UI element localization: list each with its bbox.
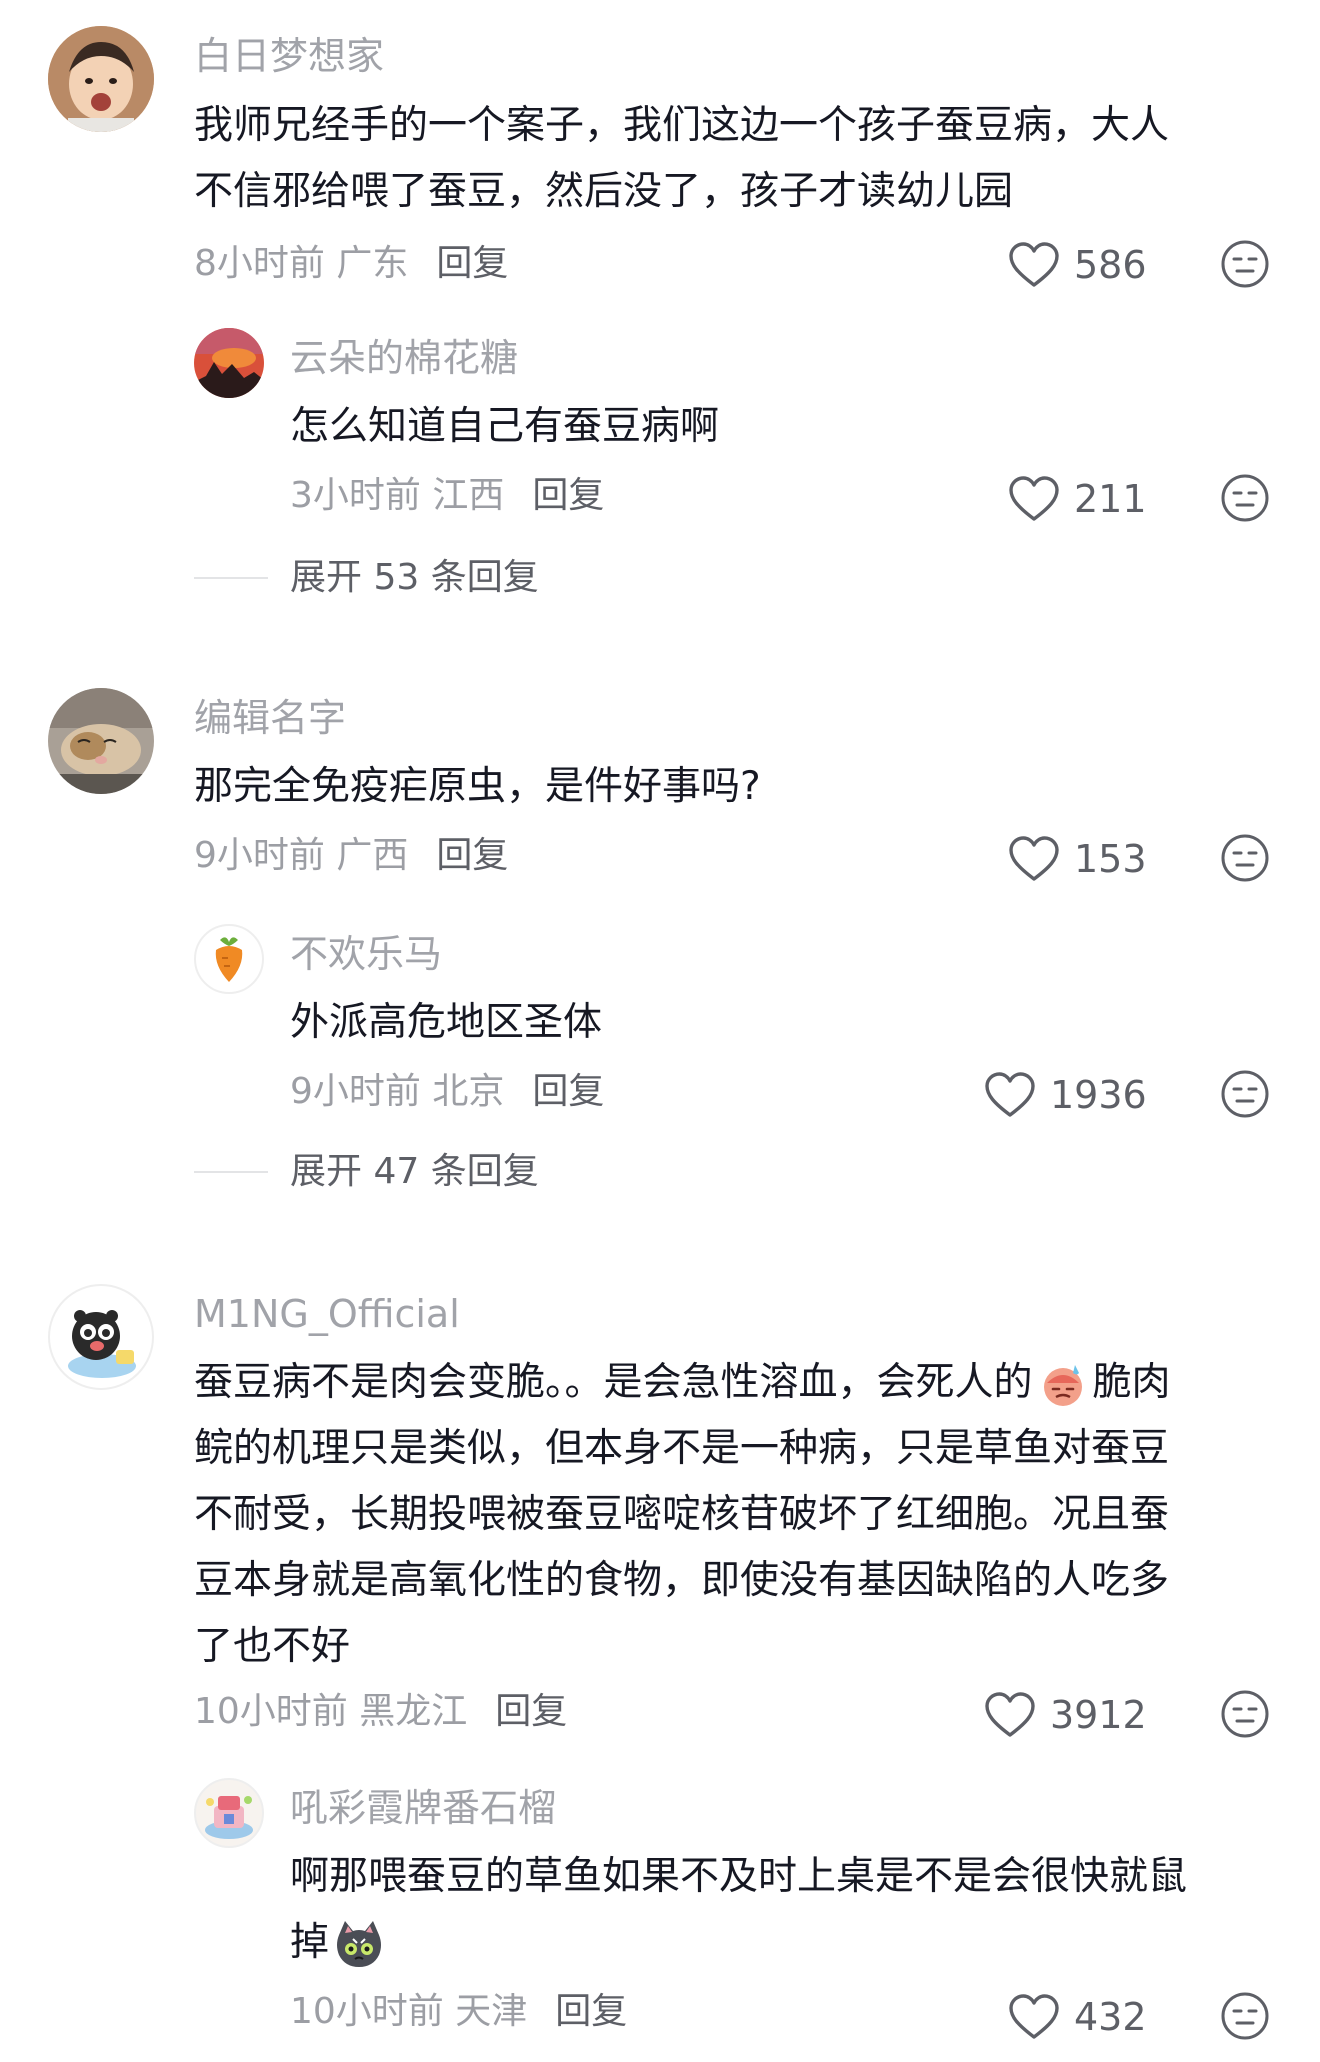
heart-outline-icon	[985, 1692, 1035, 1737]
time-location: 10小时前 天津	[290, 1991, 528, 2032]
heart-outline-icon	[1009, 1994, 1059, 2039]
time-location: 8小时前 广东	[194, 243, 409, 284]
meh-face-icon	[1221, 834, 1269, 882]
avatar[interactable]	[194, 924, 264, 994]
meh-face-icon	[1221, 1992, 1269, 2040]
comment-author[interactable]: 白日梦想家	[194, 32, 384, 80]
like-count: 153	[1074, 837, 1147, 881]
cat-emoji-icon	[333, 1919, 385, 1971]
reply-text-segment: 掉	[290, 1920, 330, 1965]
reply-author[interactable]: 不欢乐马	[290, 930, 442, 978]
reply-button[interactable]: 回复	[495, 1691, 567, 1732]
reply-text: 啊那喂蚕豆的草鱼如果不及时上桌是不是会很快就鼠 掉	[290, 1844, 1290, 1976]
like-count: 1936	[1050, 1073, 1147, 1117]
time-location: 9小时前 广西	[194, 835, 409, 876]
heart-outline-icon	[1009, 836, 1059, 881]
expand-replies-label: 展开 53 条回复	[290, 557, 539, 598]
like-count: 3912	[1050, 1693, 1147, 1737]
reply-button[interactable]: 回复	[555, 1991, 627, 2032]
avatar[interactable]	[194, 328, 264, 398]
meh-face-icon	[1221, 474, 1269, 522]
carrot-icon	[215, 937, 243, 982]
expand-replies-button[interactable]: 展开 47 条回复	[194, 1148, 539, 1196]
reply-author[interactable]: 吼彩霞牌番石榴	[290, 1784, 556, 1832]
reply-button[interactable]: 回复	[436, 243, 508, 284]
comment-text-line: 不耐受，长期投喂被蚕豆嘧啶核苷破坏了红细胞。况且蚕	[194, 1492, 1170, 1537]
divider	[194, 577, 268, 579]
comment-meta: 8小时前 广东 回复	[194, 240, 508, 288]
meh-face-icon	[1221, 240, 1269, 288]
like-button[interactable]: 432	[1008, 1992, 1147, 2042]
reply-button[interactable]: 回复	[436, 835, 508, 876]
dislike-button[interactable]	[1220, 1069, 1270, 1119]
dislike-button[interactable]	[1220, 239, 1270, 289]
comment-text-segment: 脆肉	[1092, 1360, 1171, 1405]
time-location: 10小时前 黑龙江	[194, 1691, 468, 1732]
comment-text-line: 不信邪给喂了蚕豆，然后没了，孩子才读幼儿园	[194, 169, 1014, 214]
expand-replies-button[interactable]: 展开 53 条回复	[194, 554, 539, 602]
comment-text-line: 鲩的机理只是类似，但本身不是一种病，只是草鱼对蚕豆	[194, 1426, 1170, 1471]
comment-text-line: 我师兄经手的一个案子，我们这边一个孩子蚕豆病，大人	[194, 103, 1170, 148]
comment-text-segment: 蚕豆病不是肉会变脆。。是会急性溶血，会死人的	[194, 1360, 1033, 1405]
comment-text: 我师兄经手的一个案子，我们这边一个孩子蚕豆病，大人 不信邪给喂了蚕豆，然后没了，…	[194, 93, 1274, 225]
comment-text-line: 豆本身就是高氧化性的食物，即使没有基因缺陷的人吃多	[194, 1558, 1170, 1603]
comment-text-line: 了也不好	[194, 1624, 351, 1669]
comment-text: 那完全免疫疟原虫，是件好事吗?	[194, 764, 761, 809]
time-location: 3小时前 江西	[290, 475, 505, 516]
heart-outline-icon	[985, 1072, 1035, 1117]
dislike-button[interactable]	[1220, 1991, 1270, 2041]
like-count: 211	[1074, 477, 1147, 521]
reply-meta: 3小时前 江西 回复	[290, 472, 604, 520]
reply-button[interactable]: 回复	[532, 475, 604, 516]
comment-meta: 10小时前 黑龙江 回复	[194, 1688, 567, 1736]
expand-replies-label: 展开 47 条回复	[290, 1151, 539, 1192]
reply-meta: 9小时前 北京 回复	[290, 1068, 604, 1116]
dislike-button[interactable]	[1220, 473, 1270, 523]
avatar[interactable]	[194, 1778, 264, 1848]
dislike-button[interactable]	[1220, 833, 1270, 883]
like-button[interactable]: 3912	[984, 1690, 1147, 1740]
reply-text: 外派高危地区圣体	[290, 1000, 603, 1045]
comment-text-line: 蚕豆病不是肉会变脆。。是会急性溶血，会死人的 脆肉	[194, 1350, 1284, 1416]
meh-face-icon	[1221, 1070, 1269, 1118]
reply-text: 怎么知道自己有蚕豆病啊	[290, 404, 720, 449]
heart-outline-icon	[1009, 242, 1059, 287]
comment-meta: 9小时前 广西 回复	[194, 832, 508, 880]
like-button[interactable]: 153	[1008, 834, 1147, 884]
avatar[interactable]	[48, 1284, 154, 1390]
like-button[interactable]: 586	[1008, 240, 1147, 290]
dislike-button[interactable]	[1220, 1689, 1270, 1739]
meh-face-icon	[1221, 1690, 1269, 1738]
heart-outline-icon	[1009, 476, 1059, 521]
avatar[interactable]	[48, 688, 154, 794]
like-count: 432	[1074, 1995, 1147, 2039]
flushed-sweat-emoji-icon	[1039, 1361, 1087, 1409]
comment-author[interactable]: M1NG_Official	[194, 1290, 460, 1338]
avatar[interactable]	[48, 26, 154, 132]
comment-text: 蚕豆病不是肉会变脆。。是会急性溶血，会死人的 脆肉 鲩的机理只是类似，但本身不是…	[194, 1350, 1284, 1680]
time-location: 9小时前 北京	[290, 1071, 505, 1112]
reply-meta: 10小时前 天津 回复	[290, 1988, 627, 2036]
divider	[194, 1171, 268, 1173]
reply-button[interactable]: 回复	[532, 1071, 604, 1112]
like-button[interactable]: 1936	[984, 1070, 1147, 1120]
like-count: 586	[1074, 243, 1147, 287]
reply-author[interactable]: 云朵的棉花糖	[290, 334, 518, 382]
reply-text-line: 啊那喂蚕豆的草鱼如果不及时上桌是不是会很快就鼠	[290, 1854, 1188, 1899]
like-button[interactable]: 211	[1008, 474, 1147, 524]
comment-author[interactable]: 编辑名字	[194, 694, 346, 742]
reply-text-line: 掉	[290, 1910, 1290, 1976]
